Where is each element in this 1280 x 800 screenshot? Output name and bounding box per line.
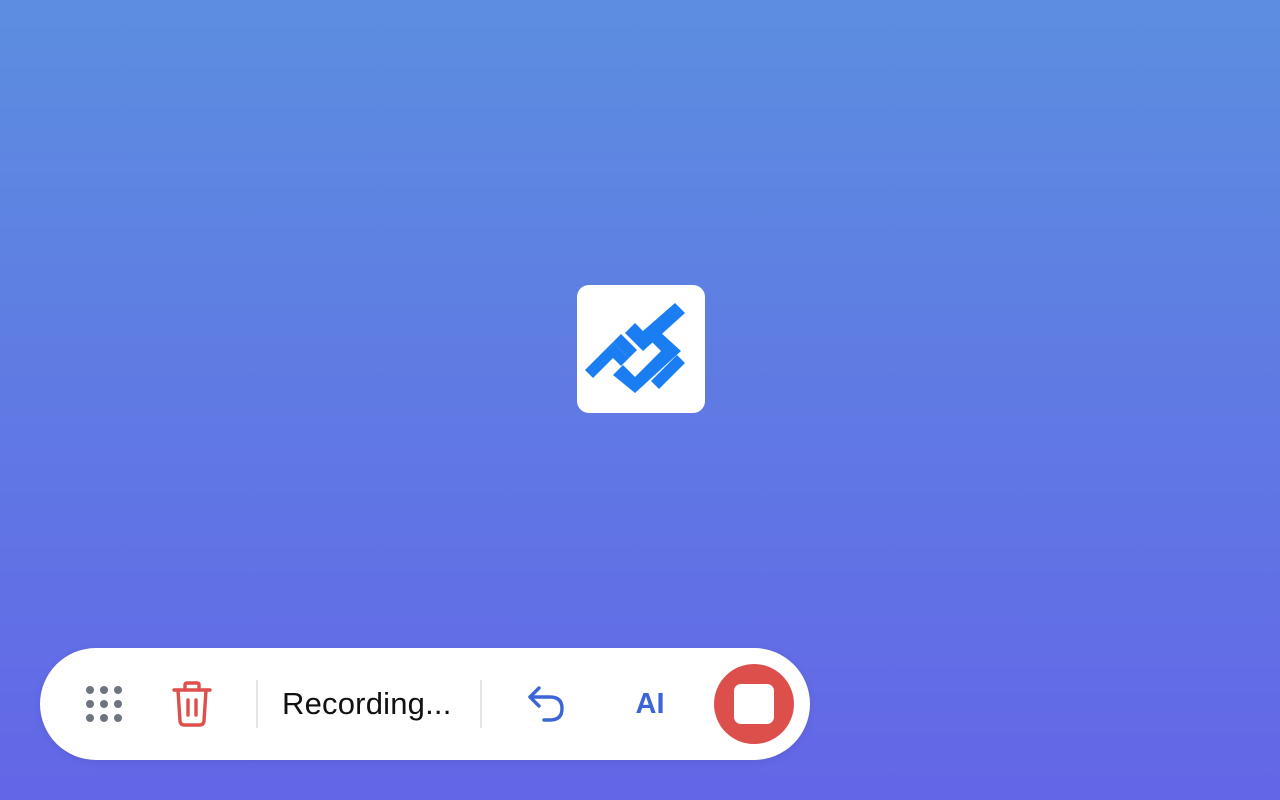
stop-recording-button[interactable] [714,664,794,744]
grip-dots-icon [86,686,122,722]
stop-square-icon [734,684,774,724]
recording-status-label: Recording... [282,686,452,721]
app-logo-icon [577,285,705,413]
checkmarks-logo-icon [585,303,685,393]
ai-button[interactable]: AI [620,648,680,760]
toolbar-divider [256,680,258,728]
delete-button[interactable] [164,648,220,760]
drag-handle-button[interactable] [76,648,132,760]
toolbar-divider [480,680,482,728]
undo-arrow-icon [528,686,564,722]
undo-button[interactable] [518,648,574,760]
recording-toolbar: Recording... AI [40,648,810,760]
trash-icon [172,681,212,727]
